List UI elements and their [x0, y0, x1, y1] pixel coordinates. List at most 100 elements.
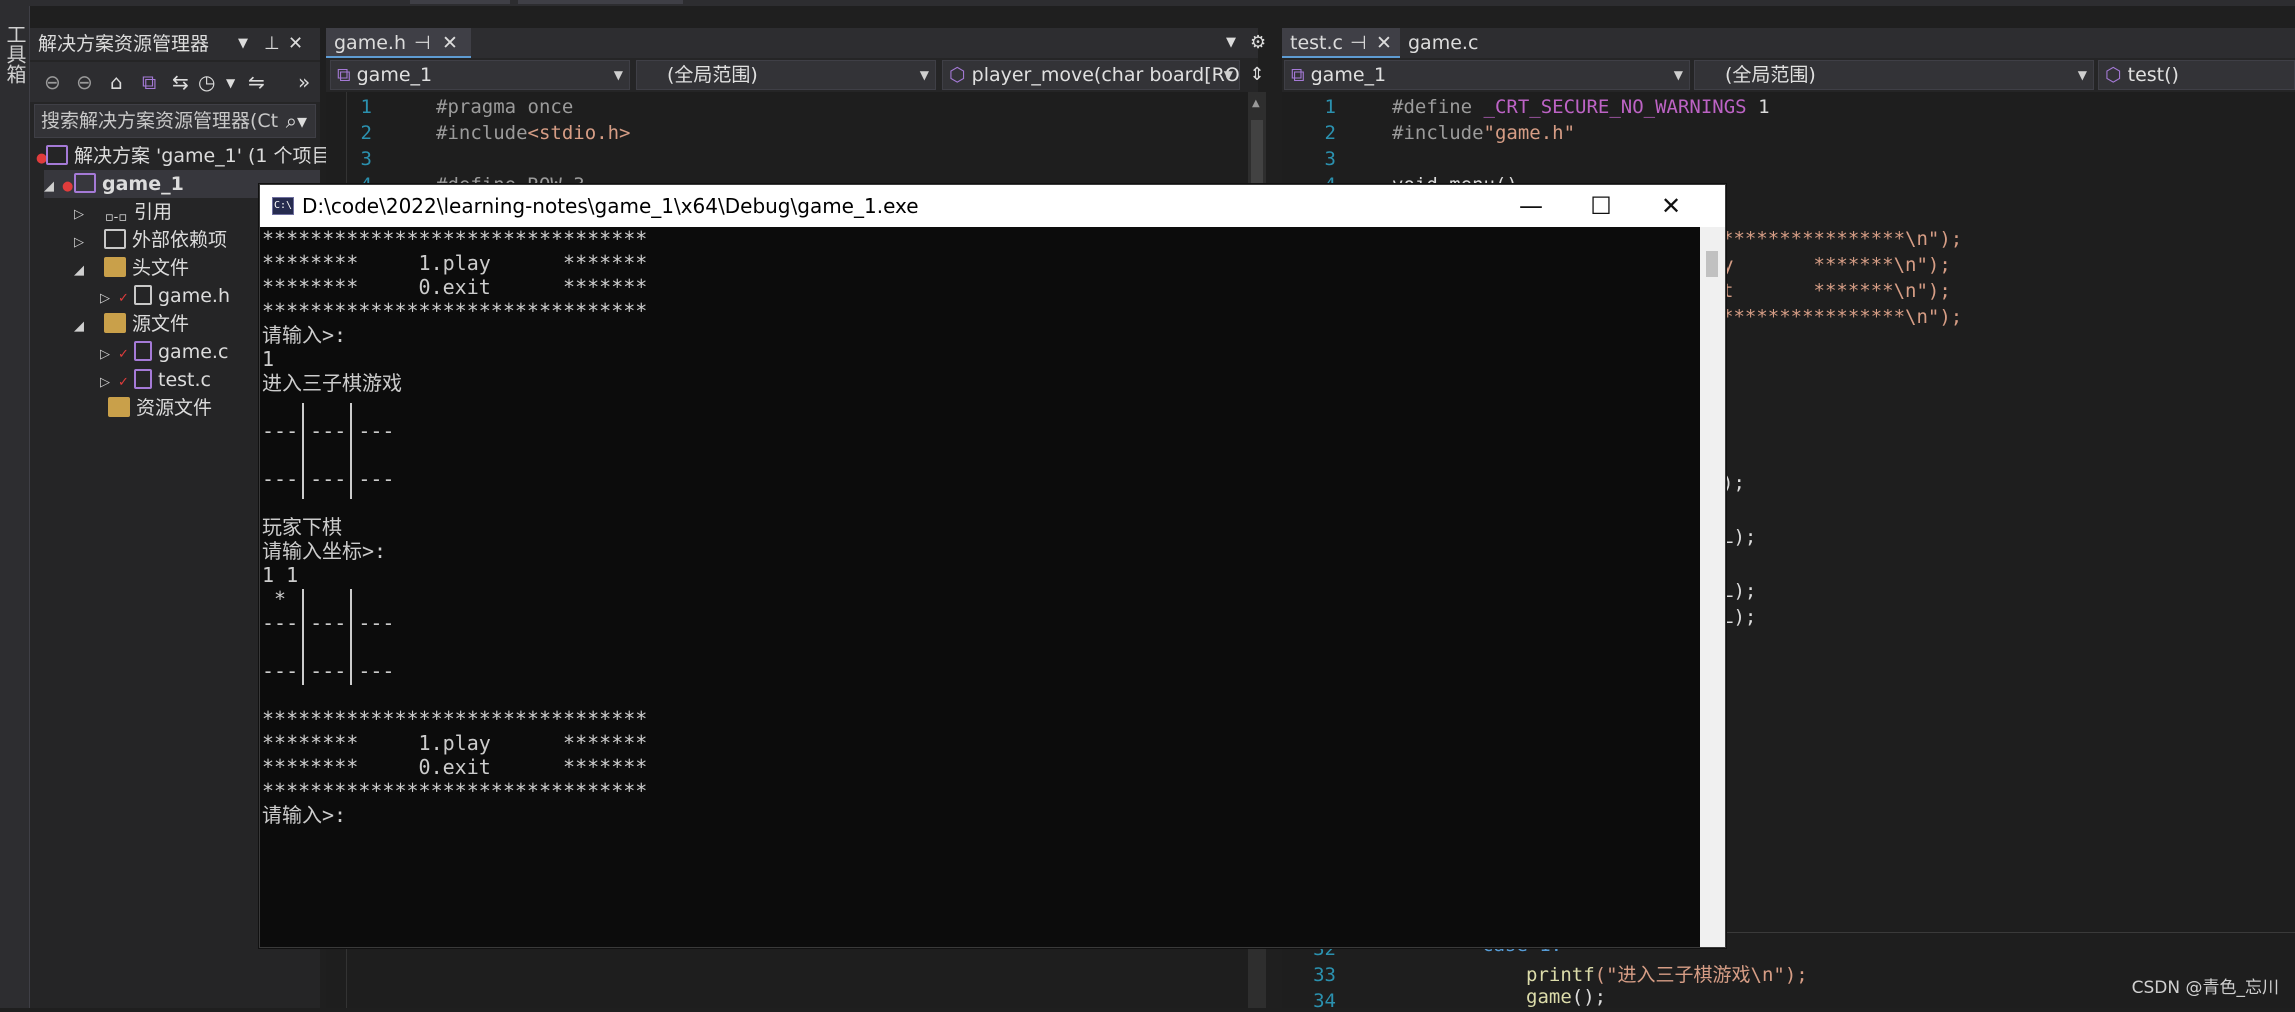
tree-item-game-c[interactable]: ▷✓game.c: [100, 338, 228, 366]
tree-item-references[interactable]: ▷▫-▫引用: [74, 198, 172, 226]
forward-icon[interactable]: ⊖: [76, 70, 93, 94]
home-icon[interactable]: ⌂: [110, 70, 123, 94]
chevron-down-icon[interactable]: ▼: [226, 76, 235, 90]
right-editor-navbar: ⧉ game_1▼ (全局范围)▼ ⬡ test(): [1282, 58, 2295, 92]
source-file-icon: [134, 369, 152, 389]
scope-combo[interactable]: (全局范围)▼: [1694, 60, 2094, 90]
tree-item-test-c[interactable]: ▷✓test.c: [100, 366, 211, 394]
code-line: game();: [1526, 986, 1606, 1008]
top-menu-strip: [0, 0, 2295, 6]
console-line: ********************************: [262, 227, 647, 251]
code-fragment: y *******\n");: [1722, 254, 1951, 276]
line-number: 3: [1296, 148, 1336, 170]
history-icon[interactable]: ◷: [198, 70, 215, 94]
menu-segment[interactable]: [410, 0, 510, 4]
code-line: #include<stdio.h>: [436, 122, 630, 144]
tree-item-source-files[interactable]: ◢源文件: [74, 310, 189, 338]
toolbox-rail[interactable]: 工具箱: [0, 6, 30, 1008]
expanded-arrow-icon[interactable]: ◢: [74, 313, 104, 341]
console-line: ********************************: [262, 299, 647, 323]
collapsed-arrow-icon[interactable]: ▷: [100, 285, 118, 313]
tree-item-game-h[interactable]: ▷✓game.h: [100, 282, 230, 310]
console-line: 请输入>:: [262, 323, 346, 347]
maximize-button[interactable]: ☐: [1566, 185, 1636, 227]
tree-item-header-files[interactable]: ◢头文件: [74, 254, 189, 282]
menu-segment[interactable]: [518, 0, 683, 4]
line-number: 34: [1296, 990, 1336, 1012]
close-icon[interactable]: ✕: [442, 28, 458, 58]
project-combo[interactable]: ⧉ game_1▼: [330, 60, 630, 90]
checkmark-icon: ✓: [118, 285, 134, 313]
line-number: 3: [332, 148, 372, 170]
left-editor-navbar: ⧉ game_1▼ (全局范围)▼ ⬡ player_move(char boa…: [326, 58, 1258, 92]
tree-item-solution[interactable]: ●解决方案 'game_1' (1 个项目: [36, 142, 320, 170]
console-line: ******** 0.exit *******: [262, 275, 647, 299]
tree-item-resource-files[interactable]: 资源文件: [104, 394, 212, 422]
close-icon[interactable]: ✕: [1376, 28, 1392, 58]
split-icon[interactable]: ⇕: [1248, 58, 1266, 92]
switch-views-icon[interactable]: ⧉: [142, 70, 156, 94]
code-line: printf("进入三子棋游戏\n");: [1526, 960, 1808, 987]
method-icon: ⬡: [2105, 64, 2128, 86]
console-line: ******** 1.play *******: [262, 251, 647, 275]
board-separator: [302, 589, 304, 685]
console-line: 1: [262, 347, 274, 371]
chevron-down-icon[interactable]: ▼: [1226, 28, 1236, 58]
board-row: --- --- ---: [262, 419, 394, 443]
board-row: --- --- ---: [262, 611, 394, 635]
project-combo[interactable]: ⧉ game_1▼: [1284, 60, 1690, 90]
console-output[interactable]: ******************************** *******…: [260, 227, 1700, 947]
scroll-up-icon[interactable]: ▲: [1252, 98, 1260, 109]
chevron-down-icon: ▼: [1224, 61, 1233, 89]
swap-icon[interactable]: ⇋: [248, 70, 265, 94]
left-editor-tabbar: game.h ⊣ ✕ ▼ ⚙: [326, 28, 1258, 58]
sync-icon[interactable]: ⇆: [172, 70, 189, 94]
board-separator: [302, 403, 304, 499]
right-editor-tabbar: test.c ⊣ ✕ game.c: [1282, 28, 2295, 58]
pin-icon[interactable]: ⊥: [264, 28, 280, 60]
console-line: 1 1: [262, 563, 298, 587]
tab-game-c[interactable]: game.c: [1400, 28, 1538, 58]
console-line: ********************************: [262, 779, 647, 803]
solution-explorer-header: 解决方案资源管理器 ▼ ⊥ ✕: [30, 28, 320, 60]
tab-game-h[interactable]: game.h ⊣ ✕: [326, 28, 471, 58]
scroll-thumb[interactable]: [1706, 251, 1718, 277]
code-fragment: L);: [1722, 606, 1756, 628]
code-line: #include"game.h": [1392, 122, 1575, 144]
expanded-arrow-icon[interactable]: ◢: [44, 173, 62, 201]
collapsed-arrow-icon[interactable]: ▷: [100, 341, 118, 369]
search-placeholder: 搜索解决方案资源管理器(Ct: [41, 110, 278, 132]
folder-icon: [104, 257, 126, 277]
pin-icon[interactable]: ⊣: [414, 28, 431, 58]
toolbox-label[interactable]: 工具箱: [4, 24, 26, 84]
scope-combo[interactable]: (全局范围)▼: [636, 60, 936, 90]
watermark: CSDN @青色_忘川: [2132, 973, 2279, 998]
expanded-arrow-icon[interactable]: ◢: [74, 257, 104, 285]
tab-test-c[interactable]: test.c ⊣ ✕: [1282, 28, 1400, 58]
close-icon[interactable]: ✕: [288, 28, 303, 60]
console-titlebar[interactable]: C:\ D:\code\2022\learning-notes\game_1\x…: [260, 185, 1725, 227]
collapsed-arrow-icon[interactable]: ▷: [74, 201, 104, 229]
chevron-down-icon: ▼: [1674, 61, 1683, 89]
board-separator: [350, 403, 352, 499]
code-fragment: ****************\n");: [1722, 228, 1962, 250]
member-combo[interactable]: ⬡ test(): [2098, 60, 2295, 90]
code-fragment: L);: [1722, 526, 1756, 548]
chevron-down-icon: ▼: [920, 61, 929, 89]
search-icon[interactable]: ⌕▾: [286, 105, 307, 137]
collapsed-arrow-icon[interactable]: ▷: [100, 369, 118, 397]
tree-item-external-deps[interactable]: ▷外部依赖项: [74, 226, 227, 254]
console-scrollbar[interactable]: [1700, 227, 1725, 947]
solution-search-input[interactable]: 搜索解决方案资源管理器(Ct ⌕▾: [34, 104, 316, 138]
back-icon[interactable]: ⊖: [44, 70, 61, 94]
overflow-icon[interactable]: »: [298, 70, 310, 94]
board-row: *: [262, 587, 286, 611]
member-combo[interactable]: ⬡ player_move(char board[RO\▼: [942, 60, 1240, 90]
minimize-button[interactable]: —: [1496, 185, 1566, 227]
chevron-down-icon[interactable]: ▼: [238, 28, 248, 60]
gear-icon[interactable]: ⚙: [1250, 28, 1266, 58]
collapsed-arrow-icon[interactable]: ▷: [74, 229, 104, 257]
pin-icon[interactable]: ⊣: [1350, 28, 1367, 58]
console-window[interactable]: C:\ D:\code\2022\learning-notes\game_1\x…: [259, 184, 1726, 948]
close-button[interactable]: ✕: [1636, 185, 1706, 227]
